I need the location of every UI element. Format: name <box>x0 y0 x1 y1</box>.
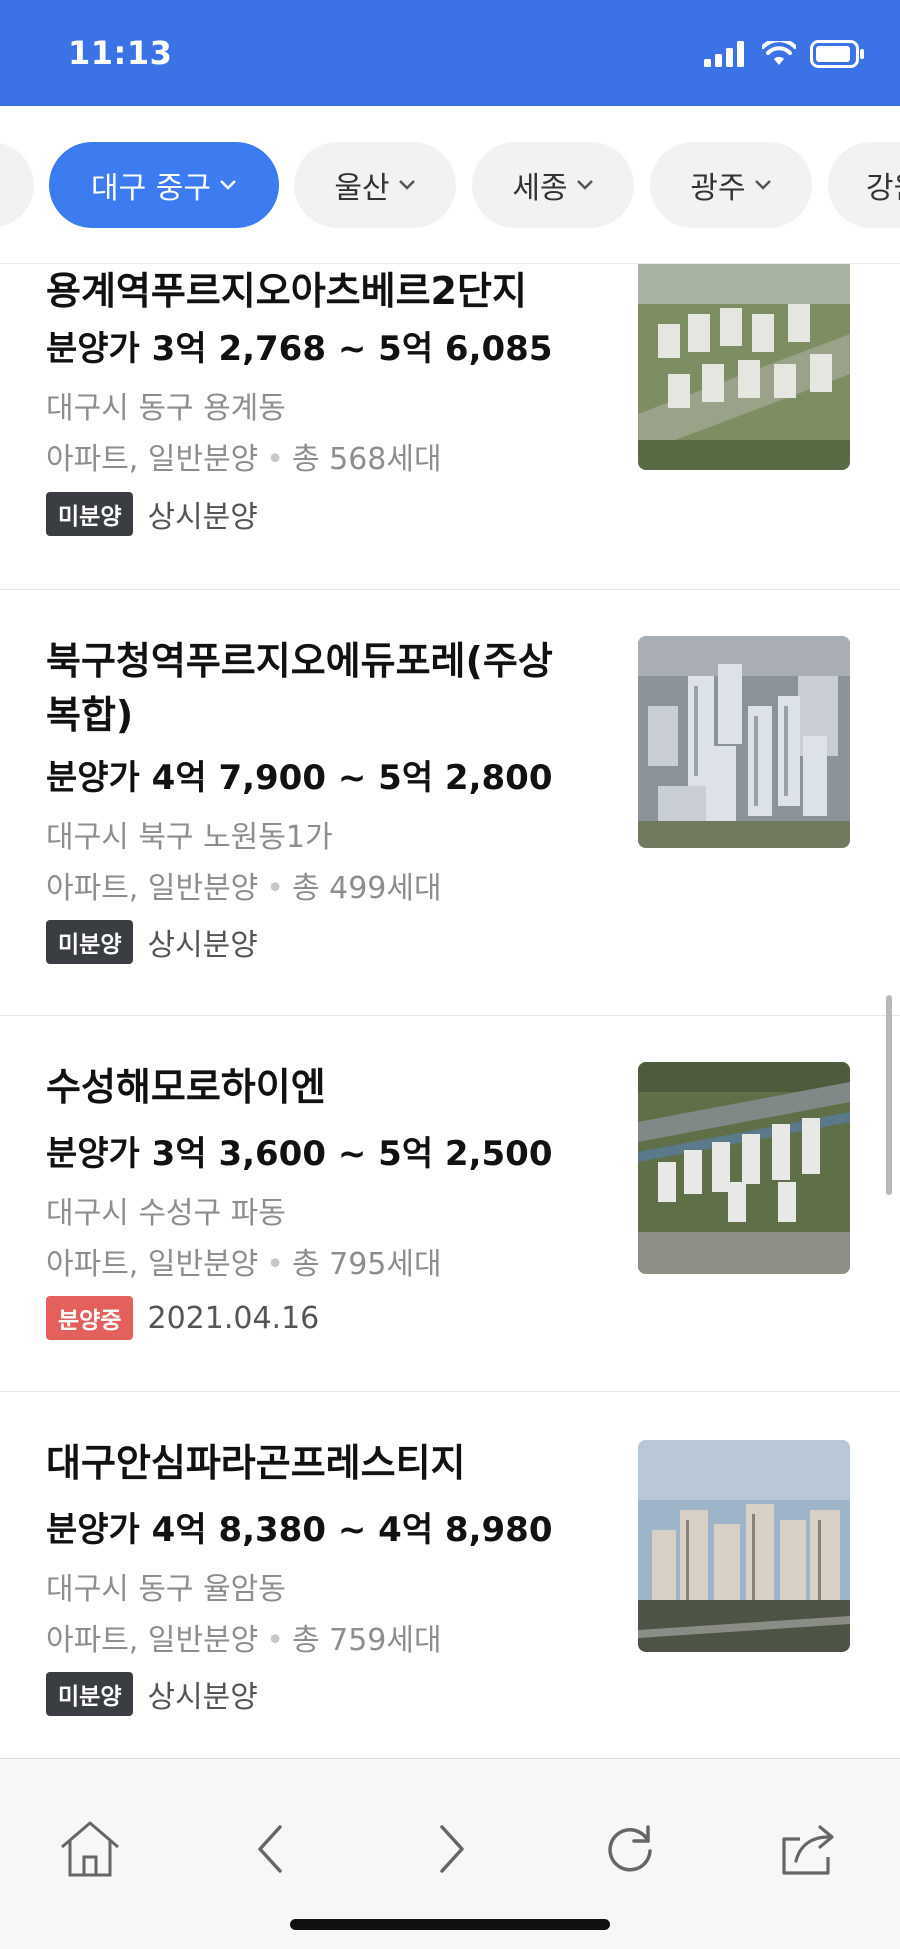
region-filter-bar: 대구 중구 울산 세종 광주 강원 <box>0 106 900 264</box>
region-chip-label: 광주 <box>690 171 746 206</box>
listing-units: 총 795세대 <box>291 1247 442 1282</box>
listing-status-row: 분양중 2021.04.16 <box>46 1296 319 1340</box>
listing-status: 상시분양 <box>147 500 258 535</box>
signal-icon <box>704 41 744 67</box>
listing-price: 분양가 4억 7,900 ~ 5억 2,800 <box>46 758 553 798</box>
listing-title: 북구청역푸르지오에듀포레(주상복합) <box>46 639 553 737</box>
region-chip-label: 울산 <box>334 171 390 206</box>
listing-units: 총 499세대 <box>291 871 442 906</box>
listing-thumbnail <box>638 1440 850 1652</box>
listing-status-row: 미분양 상시분양 <box>46 920 258 964</box>
listing-status-row: 미분양 상시분양 <box>46 1672 258 1716</box>
region-chip-label: 대구 중구 <box>91 171 211 206</box>
share-button[interactable] <box>770 1809 850 1889</box>
forward-button[interactable] <box>412 1809 492 1889</box>
listing-status: 상시분양 <box>147 928 258 963</box>
status-time: 11:13 <box>68 34 173 72</box>
chevron-down-icon <box>576 180 593 190</box>
separator-dot: • <box>266 442 284 477</box>
listing-meta: 아파트, 일반분양 • 총 795세대 <box>46 1239 442 1283</box>
separator-dot: • <box>266 1623 284 1658</box>
listing-price: 분양가 3억 2,768 ~ 5억 6,085 <box>46 329 553 369</box>
region-chip-gwangju[interactable]: 광주 <box>650 142 812 228</box>
listing-type: 아파트, 일반분양 <box>46 1623 259 1658</box>
region-chip-ulsan[interactable]: 울산 <box>294 142 456 228</box>
battery-icon <box>810 40 864 68</box>
browser-toolbar <box>0 1758 900 1949</box>
listing-item[interactable]: 용계역푸르지오아츠베르2단지 분양가 3억 2,768 ~ 5억 6,085 대… <box>0 264 900 590</box>
share-icon <box>782 1825 834 1875</box>
listing-status: 2021.04.16 <box>147 1300 320 1336</box>
listing-meta: 아파트, 일반분양 • 총 759세대 <box>46 1615 442 1659</box>
listing-item[interactable]: 북구청역푸르지오에듀포레(주상복합) 분양가 4억 7,900 ~ 5억 2,8… <box>0 590 900 1016</box>
region-chip-previous[interactable] <box>0 142 34 228</box>
listing-item[interactable]: 수성해모로하이엔 분양가 3억 3,600 ~ 5억 2,500 대구시 수성구… <box>0 1016 900 1392</box>
reload-icon <box>608 1825 652 1872</box>
region-chip-gangwon[interactable]: 강원 <box>828 142 900 228</box>
status-icons <box>704 40 866 68</box>
forward-icon <box>440 1825 464 1873</box>
listing-units: 총 568세대 <box>291 442 442 477</box>
listing-thumbnail <box>638 264 850 470</box>
listing-address: 대구시 수성구 파동 <box>46 1196 286 1231</box>
home-icon <box>61 1821 119 1877</box>
listing-units: 총 759세대 <box>291 1623 442 1658</box>
region-chip-sejong[interactable]: 세종 <box>472 142 634 228</box>
listing-title: 용계역푸르지오아츠베르2단지 <box>46 269 527 313</box>
chevron-down-icon <box>754 180 771 190</box>
listing-title: 대구안심파라곤프레스티지 <box>46 1441 466 1485</box>
home-button[interactable] <box>50 1809 130 1889</box>
listing-address: 대구시 동구 율암동 <box>46 1572 286 1607</box>
listing-title: 수성해모로하이엔 <box>46 1065 326 1109</box>
separator-dot: • <box>266 871 284 906</box>
listing-type: 아파트, 일반분양 <box>46 442 259 477</box>
status-badge: 미분양 <box>46 1672 134 1716</box>
status-badge: 미분양 <box>46 492 134 536</box>
home-indicator[interactable] <box>290 1919 610 1930</box>
listing-type: 아파트, 일반분양 <box>46 871 259 906</box>
scroll-indicator[interactable] <box>886 995 892 1195</box>
back-icon <box>258 1825 282 1873</box>
region-chip-label: 강원 <box>866 171 900 206</box>
chevron-down-icon <box>220 180 236 190</box>
listing-thumbnail <box>638 636 850 848</box>
listing-address: 대구시 북구 노원동1가 <box>46 820 333 855</box>
listing-status: 상시분양 <box>147 1680 258 1715</box>
status-bar: 11:13 <box>0 0 900 106</box>
listing-status-row: 미분양 상시분양 <box>46 492 258 536</box>
listing-price: 분양가 4억 8,380 ~ 4억 8,980 <box>46 1510 553 1550</box>
listing-price: 분양가 3억 3,600 ~ 5억 2,500 <box>46 1134 553 1174</box>
chevron-down-icon <box>398 180 415 190</box>
region-chip-daegu-junggu[interactable]: 대구 중구 <box>49 142 279 228</box>
listing-type: 아파트, 일반분양 <box>46 1247 259 1282</box>
status-badge: 분양중 <box>46 1296 134 1340</box>
separator-dot: • <box>266 1247 284 1282</box>
wifi-icon <box>762 41 796 65</box>
listing-meta: 아파트, 일반분양 • 총 499세대 <box>46 863 442 907</box>
listing-thumbnail <box>638 1062 850 1274</box>
back-button[interactable] <box>230 1809 310 1889</box>
reload-button[interactable] <box>590 1809 670 1889</box>
status-badge: 미분양 <box>46 920 134 964</box>
region-chip-label: 세종 <box>512 171 568 206</box>
listing-address: 대구시 동구 용계동 <box>46 391 286 426</box>
listing-meta: 아파트, 일반분양 • 총 568세대 <box>46 434 442 478</box>
listing-item[interactable]: 대구안심파라곤프레스티지 분양가 4억 8,380 ~ 4억 8,980 대구시… <box>0 1392 900 1758</box>
